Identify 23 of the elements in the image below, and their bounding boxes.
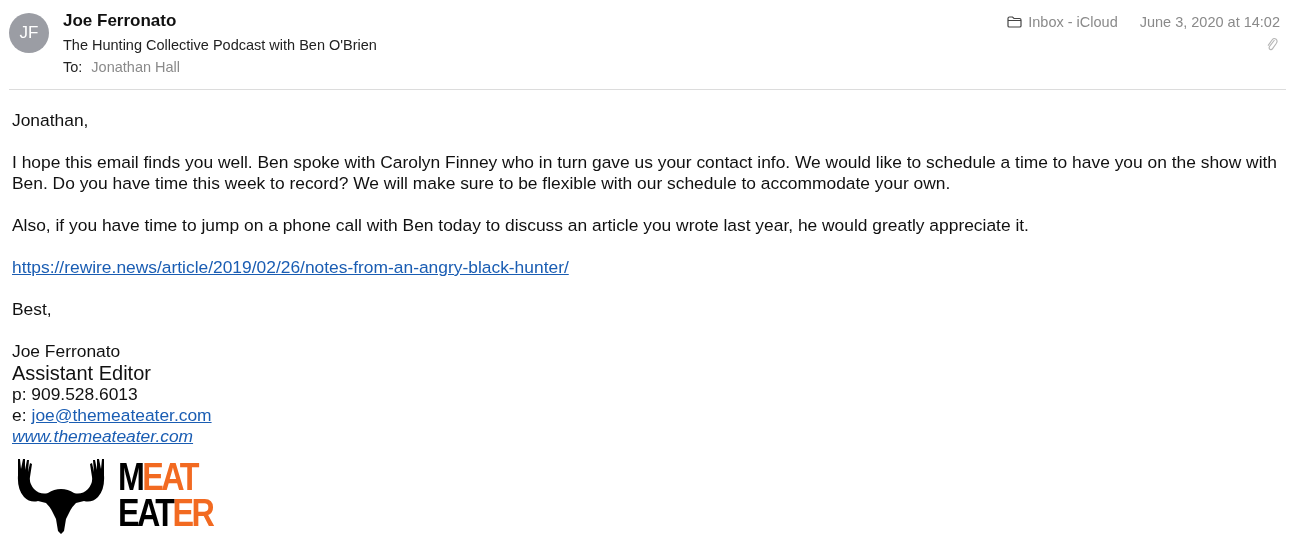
to-label: To: [63,59,83,75]
logo-letters: M [118,459,143,495]
email-subject: The Hunting Collective Podcast with Ben O'Brien [63,37,377,53]
folder-icon [1007,16,1023,28]
sender-name: Joe Ferronato [63,11,178,31]
avatar: JF [9,13,49,53]
article-link[interactable]: https://rewire.news/article/2019/02/26/notes-from-an-angry-black-hunter/ [12,257,569,278]
logo-letters: ER [172,495,213,531]
mailbox-name: Inbox - iCloud [1028,14,1118,30]
greeting: Jonathan, [12,110,90,131]
signature-title: Assistant Editor [12,362,151,384]
recipient-name: Jonathan Hall [91,59,180,75]
body-paragraph: I hope this email finds you well. Ben spoke with Carolyn Finney who in turn gave us your contact info. We would like to schedule a time to have you on the show with Ben. Do you have time this week to record? We will make sure to be flexible with our schedule to accommodate your own. [12,152,1279,194]
closing: Best, [12,299,53,320]
email-link[interactable]: joe@themeateater.com [31,405,212,426]
logo-letters: EAT [118,495,173,531]
website-link[interactable]: www.themeateater.com [12,426,194,447]
logo-letters: EAT [142,459,197,495]
email-date: June 3, 2020 at 14:02 [1139,14,1280,30]
body-paragraph: Also, if you have time to jump on a phone call with Ben today to discuss an article you wrote last year, he would greatly appreciate it. [12,215,1030,236]
email-label: e: [12,405,27,426]
signature-name: Joe Ferronato [12,341,121,362]
signature-phone: p: 909.528.6013 [12,384,138,405]
